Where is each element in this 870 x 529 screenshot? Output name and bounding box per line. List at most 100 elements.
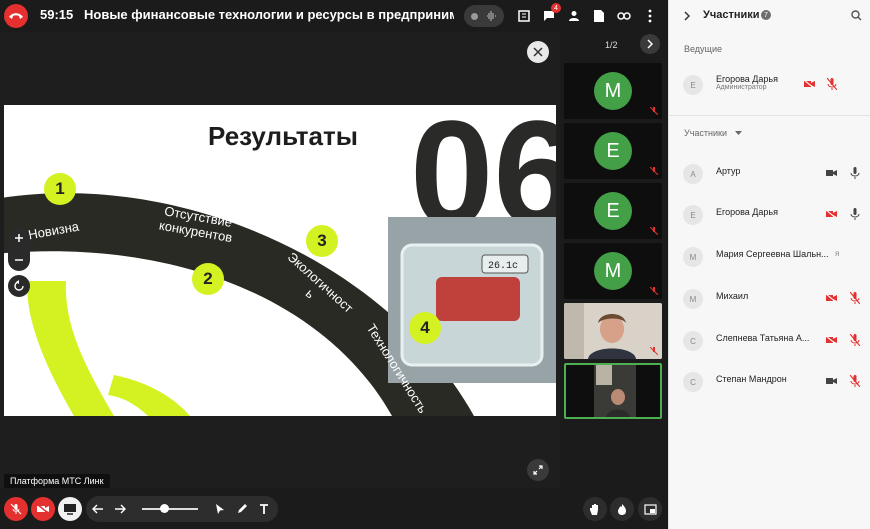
collapse-panel-icon[interactable] — [684, 11, 690, 21]
pointer-tool[interactable] — [212, 501, 228, 517]
participant-row[interactable]: А Артур — [669, 156, 870, 188]
zoom-in-button[interactable] — [8, 227, 30, 249]
camera-on-icon[interactable] — [825, 374, 839, 388]
layout-button[interactable] — [638, 497, 662, 521]
video-thumbnails: 1/2 М Е Е М — [560, 32, 668, 488]
participant-name-overflow: я — [835, 249, 840, 258]
decor-shape-vertical — [27, 281, 115, 416]
avatar: Е — [683, 205, 703, 225]
agenda-button[interactable] — [514, 6, 534, 26]
chat-button[interactable]: 4 — [539, 3, 561, 26]
pen-tool[interactable] — [234, 501, 250, 517]
document-icon — [594, 10, 604, 22]
search-icon[interactable] — [851, 10, 862, 21]
mic-off-icon[interactable] — [848, 374, 862, 388]
tile-avatar: М — [594, 72, 632, 110]
caret-down-icon — [734, 131, 742, 135]
next-slide-button[interactable] — [112, 501, 128, 517]
brush-size-slider-knob[interactable] — [160, 504, 169, 513]
participant-tile-4[interactable]: М — [564, 243, 662, 299]
camera-on-icon[interactable] — [825, 166, 839, 180]
platform-label: Платформа МТС Линк — [4, 474, 110, 488]
mic-off-icon — [650, 167, 658, 175]
chevron-right-icon — [647, 39, 653, 49]
close-presentation-button[interactable] — [527, 41, 549, 63]
audio-wave-icon — [486, 11, 496, 21]
host-row[interactable]: Е Егорова Дарья Администратор — [669, 67, 870, 99]
participant-count-badge: 7 — [761, 10, 771, 20]
pencil-icon — [238, 504, 247, 513]
microphone-toggle[interactable] — [4, 497, 28, 521]
participant-tile-3[interactable]: Е — [564, 183, 662, 239]
copy-link-button[interactable] — [614, 6, 634, 26]
text-icon — [260, 504, 268, 514]
top-bar: 59:15 Новые финансовые технологии и ресу… — [0, 0, 668, 32]
mic-off-icon[interactable] — [848, 291, 862, 305]
drawing-tools — [86, 496, 278, 522]
monitor-icon — [64, 504, 76, 515]
avatar: С — [683, 331, 703, 351]
tile-avatar: Е — [594, 192, 632, 230]
event-title: Новые финансовые технологии и ресурсы в … — [84, 7, 454, 22]
person-icon — [569, 11, 579, 21]
reset-icon — [14, 280, 24, 291]
brush-size-slider[interactable] — [142, 508, 198, 510]
avatar: Е — [683, 75, 703, 95]
mic-off-icon — [650, 287, 658, 295]
link-icon — [617, 12, 631, 20]
previous-slide-button[interactable] — [90, 501, 106, 517]
avatar: М — [683, 247, 703, 267]
camera-off-icon[interactable] — [803, 77, 817, 91]
text-tool[interactable] — [256, 501, 272, 517]
recording-toggle[interactable] — [464, 5, 504, 27]
thumbnails-page-indicator: 1/2 — [605, 40, 618, 50]
camera-off-icon[interactable] — [825, 333, 839, 347]
webinar-app: 59:15 Новые финансовые технологии и ресу… — [0, 0, 870, 529]
end-call-button[interactable] — [4, 4, 28, 28]
participant-tile-2[interactable]: Е — [564, 123, 662, 179]
decor-shape-curve — [108, 375, 190, 416]
phone-hangup-icon — [9, 13, 23, 19]
section-divider — [669, 115, 870, 116]
video-feed-image — [566, 365, 660, 417]
thumbnails-next-button[interactable] — [640, 34, 660, 54]
mic-off-icon[interactable] — [848, 333, 862, 347]
panel-title: Участники — [703, 9, 760, 21]
avatar: А — [683, 164, 703, 184]
participant-video-1[interactable] — [564, 303, 662, 359]
participant-row[interactable]: М Мария Сергеевна Шальн... я — [669, 239, 870, 271]
screen-share-button[interactable] — [58, 497, 82, 521]
camera-off-icon[interactable] — [825, 291, 839, 305]
participant-row[interactable]: С Степан Мандрон — [669, 364, 870, 396]
marker-3: 3 — [306, 225, 338, 257]
mic-on-icon[interactable] — [848, 207, 862, 221]
camera-toggle[interactable] — [31, 497, 55, 521]
camera-off-icon — [36, 504, 50, 514]
mic-off-icon — [650, 227, 658, 235]
participants-button[interactable] — [564, 6, 584, 26]
participants-section-label[interactable]: Участники — [684, 128, 742, 138]
zoom-out-button[interactable] — [8, 249, 30, 271]
mic-on-icon[interactable] — [848, 166, 862, 180]
raise-hand-button[interactable] — [583, 497, 607, 521]
participants-section-text: Участники — [684, 128, 727, 138]
reactions-button[interactable] — [610, 497, 634, 521]
participant-row[interactable]: Е Егорова Дарья — [669, 197, 870, 229]
expand-icon — [533, 465, 543, 475]
tile-avatar: М — [594, 252, 632, 290]
camera-off-icon[interactable] — [825, 207, 839, 221]
participant-video-2[interactable] — [564, 363, 662, 419]
participant-row[interactable]: С Слепнева Татьяна А... — [669, 323, 870, 355]
more-options-button[interactable] — [640, 6, 660, 26]
mic-off-icon[interactable] — [825, 77, 839, 91]
marker-2: 2 — [192, 263, 224, 295]
participant-tile-1[interactable]: М — [564, 63, 662, 119]
participant-row[interactable]: М Михаил — [669, 281, 870, 313]
arrow-left-icon — [92, 504, 103, 514]
mic-off-icon — [650, 107, 658, 115]
scale-reading: 26.1c — [488, 261, 518, 272]
files-button[interactable] — [589, 6, 609, 26]
fullscreen-button[interactable] — [527, 459, 549, 481]
zoom-reset-button[interactable] — [8, 275, 30, 297]
close-icon — [533, 47, 543, 57]
